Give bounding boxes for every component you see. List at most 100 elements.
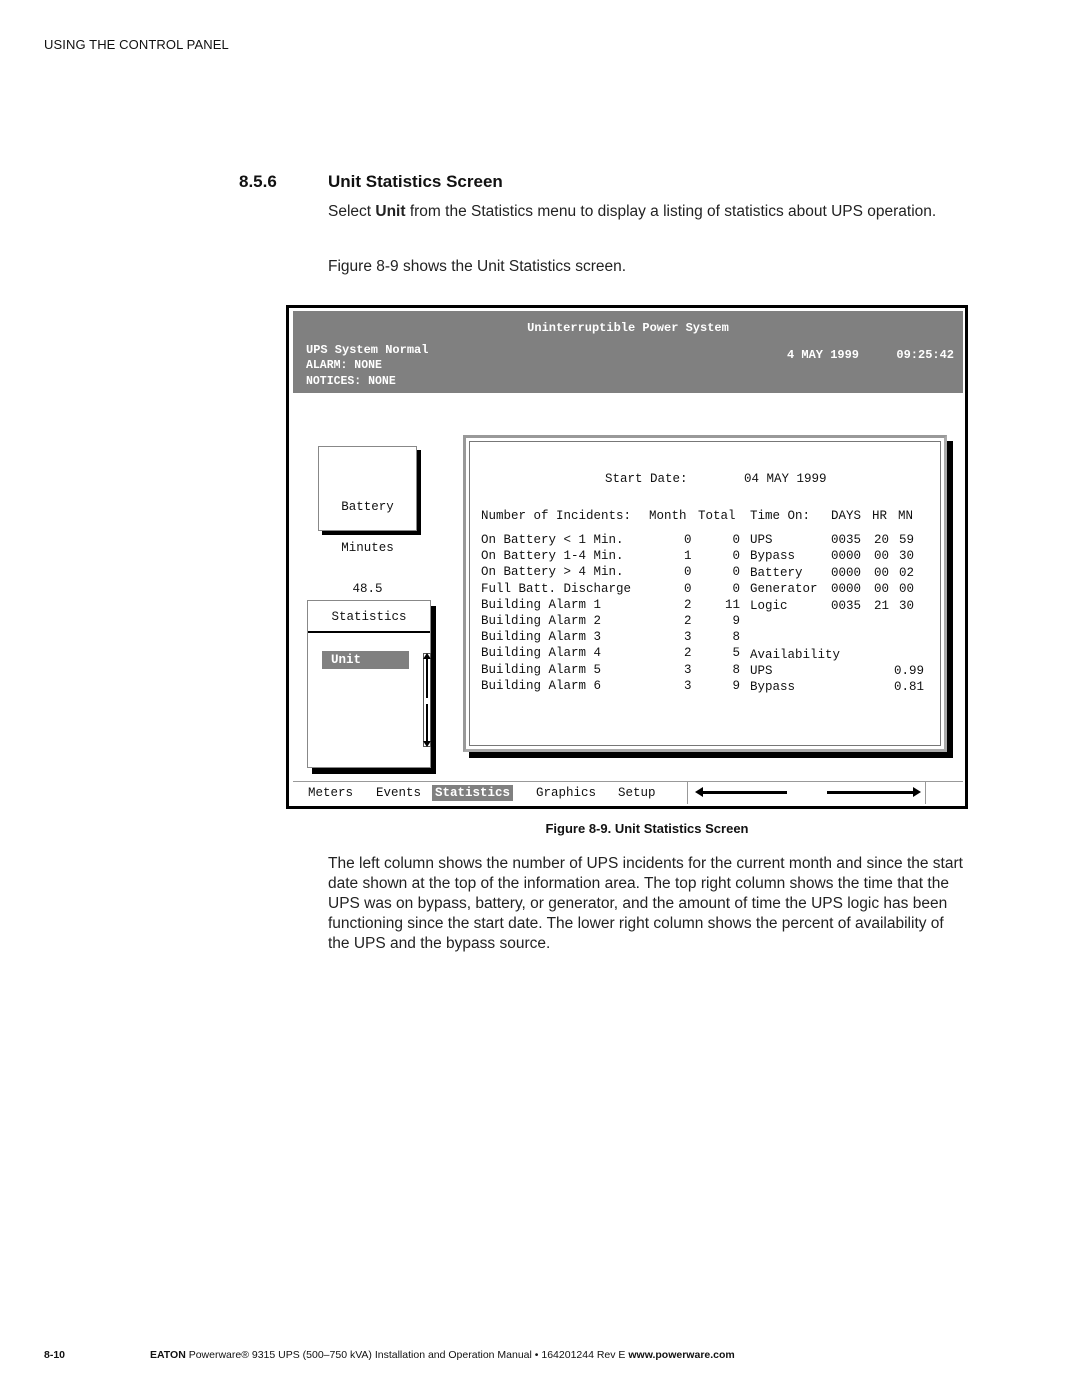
statistics-menu: Statistics Unit bbox=[307, 600, 431, 768]
scroll-down-icon[interactable] bbox=[423, 741, 431, 747]
figure-caption: Figure 8-9. Unit Statistics Screen bbox=[545, 821, 749, 836]
arrow-right-head bbox=[913, 787, 921, 797]
incident-total-count: 9 bbox=[732, 678, 740, 693]
incident-total-count: 0 bbox=[732, 549, 740, 564]
section-number: 8.5.6 bbox=[239, 172, 277, 191]
incident-label: Full Batt. Discharge bbox=[481, 581, 632, 596]
hr-header: HR bbox=[872, 509, 888, 523]
system-status: UPS System Normal bbox=[306, 343, 429, 357]
tab-events[interactable]: Events bbox=[373, 785, 424, 801]
incident-month-count: 3 bbox=[684, 630, 692, 645]
incident-month-count: 3 bbox=[684, 662, 692, 677]
battery-minutes-value: 48.5 bbox=[352, 582, 383, 596]
ups-screen: Uninterruptible Power System UPS System … bbox=[286, 305, 968, 809]
time-on-days: 0000 bbox=[831, 549, 862, 564]
incident-label: Building Alarm 4 bbox=[481, 646, 602, 661]
intro-text-bold: Unit bbox=[375, 203, 406, 220]
tab-divider bbox=[925, 782, 926, 804]
days-header: DAYS bbox=[831, 509, 862, 523]
incident-total-count: 0 bbox=[732, 565, 740, 580]
incident-month-count: 3 bbox=[684, 678, 692, 693]
footer-manual-title: Powerware® 9315 UPS (500–750 kVA) Instal… bbox=[185, 1349, 629, 1361]
time-on-label: UPS bbox=[750, 533, 773, 547]
time-on-minutes: 02 bbox=[899, 565, 915, 580]
incident-label: Building Alarm 5 bbox=[481, 662, 602, 677]
time-on-days: 0000 bbox=[831, 565, 862, 580]
incident-total-count: 0 bbox=[732, 581, 740, 596]
availability-header: Availability bbox=[750, 648, 841, 662]
time-on-label: Generator bbox=[750, 582, 818, 597]
battery-minutes-box: Battery Minutes 48.5 bbox=[318, 446, 417, 596]
scroll-track-upper bbox=[426, 658, 428, 698]
incident-label: On Battery 1-4 Min. bbox=[481, 549, 624, 564]
alarm-status: ALARM: NONE bbox=[306, 359, 382, 372]
menu-item-unit[interactable]: Unit bbox=[322, 651, 409, 669]
explanation-paragraph: The left column shows the number of UPS … bbox=[328, 855, 963, 952]
menu-scrollbar[interactable] bbox=[423, 653, 431, 747]
time-on-hours: 20 bbox=[874, 533, 890, 547]
time-on-label: Battery bbox=[750, 565, 803, 580]
incident-label: Building Alarm 3 bbox=[481, 630, 602, 645]
incident-total-count: 11 bbox=[724, 597, 740, 612]
mn-header: MN bbox=[898, 509, 914, 523]
availability-value: 0.81 bbox=[893, 680, 924, 695]
incident-month-count: 1 bbox=[684, 549, 692, 564]
total-header: Total bbox=[698, 509, 736, 523]
incident-label: Building Alarm 1 bbox=[481, 597, 602, 612]
unit-statistics-panel: Start Date: 04 MAY 1999 Number of Incide… bbox=[463, 435, 947, 752]
bottom-tab-bar: Meters Events Statistics Graphics Setup bbox=[293, 781, 963, 804]
time-on-header: Time On: bbox=[750, 509, 811, 523]
incident-label: On Battery > 4 Min. bbox=[481, 565, 624, 580]
availability-label: Bypass bbox=[750, 680, 796, 695]
arrow-right-shaft bbox=[827, 791, 915, 794]
arrow-left-shaft bbox=[701, 791, 787, 794]
screen-title: Uninterruptible Power System bbox=[527, 321, 729, 335]
footer-brand: EATON bbox=[150, 1349, 186, 1361]
availability-value: 0.99 bbox=[893, 664, 924, 678]
start-date-value: 04 MAY 1999 bbox=[744, 472, 827, 486]
tab-meters[interactable]: Meters bbox=[305, 785, 356, 801]
availability-label: UPS bbox=[750, 664, 773, 678]
tab-divider bbox=[687, 782, 688, 804]
intro-paragraph: Select Unit from the Statistics menu to … bbox=[328, 202, 968, 222]
tab-graphics[interactable]: Graphics bbox=[533, 785, 599, 801]
start-date-label: Start Date: bbox=[605, 472, 688, 486]
incident-month-count: 2 bbox=[684, 597, 692, 612]
header-date: 4 MAY 1999 bbox=[786, 348, 859, 362]
intro-text-pre: Select bbox=[328, 203, 376, 220]
tab-setup[interactable]: Setup bbox=[615, 785, 659, 801]
month-header: Month bbox=[649, 509, 687, 523]
footer-url[interactable]: www.powerware.com bbox=[628, 1349, 734, 1361]
time-on-label: Logic bbox=[750, 598, 788, 613]
section-title: Unit Statistics Screen bbox=[328, 172, 503, 191]
time-on-label: Bypass bbox=[750, 549, 796, 564]
notices-status: NOTICES: NONE bbox=[306, 375, 396, 388]
intro-text-post: from the Statistics menu to display a li… bbox=[405, 203, 937, 220]
incident-label: On Battery < 1 Min. bbox=[481, 533, 624, 547]
time-on-days: 0000 bbox=[831, 582, 862, 597]
incident-total-count: 9 bbox=[732, 614, 740, 628]
time-on-minutes: 30 bbox=[899, 549, 915, 564]
arrow-right-icon[interactable] bbox=[293, 787, 963, 1034]
incident-total-count: 5 bbox=[732, 646, 740, 661]
time-on-hours: 00 bbox=[874, 549, 890, 564]
incident-month-count: 0 bbox=[684, 581, 692, 596]
footer-page-number: 8-10 bbox=[44, 1349, 66, 1361]
time-on-days: 0035 bbox=[831, 598, 862, 613]
time-on-minutes: 00 bbox=[899, 582, 915, 597]
time-on-minutes: 30 bbox=[899, 598, 915, 613]
incident-month-count: 0 bbox=[684, 565, 692, 580]
incident-label: Building Alarm 2 bbox=[481, 614, 602, 628]
footer-text: EATON Powerware® 9315 UPS (500–750 kVA) … bbox=[150, 1349, 735, 1361]
section-heading: 8.5.6 Unit Statistics Screen bbox=[239, 172, 503, 192]
scroll-track-lower bbox=[426, 704, 428, 744]
tab-statistics[interactable]: Statistics bbox=[432, 785, 514, 801]
header-time: 09:25:42 bbox=[896, 348, 954, 362]
incident-total-count: 8 bbox=[732, 630, 740, 645]
time-on-hours: 00 bbox=[874, 582, 890, 597]
time-on-minutes: 59 bbox=[899, 533, 915, 547]
running-head: USING THE CONTROL PANEL bbox=[44, 37, 229, 52]
battery-label: Battery bbox=[341, 500, 394, 514]
incidents-header: Number of Incidents: bbox=[481, 509, 632, 523]
incident-month-count: 0 bbox=[684, 533, 692, 547]
